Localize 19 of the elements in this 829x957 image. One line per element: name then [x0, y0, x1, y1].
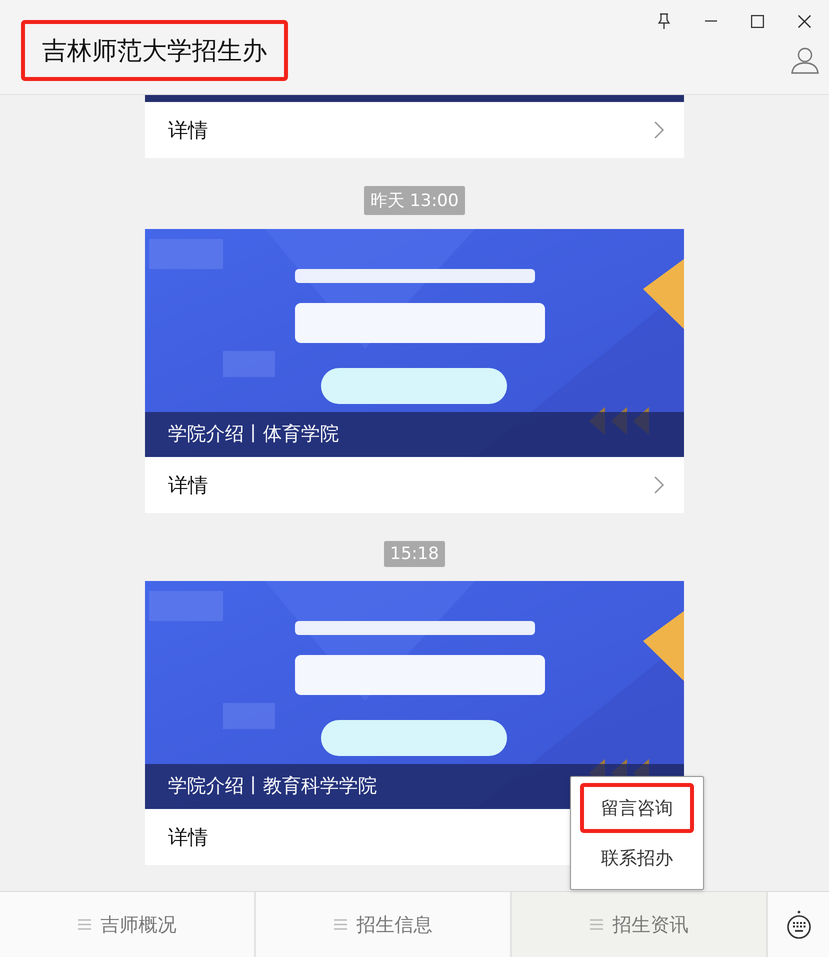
minimize-icon[interactable]: [705, 20, 717, 22]
pin-icon[interactable]: [657, 13, 671, 29]
keyboard-icon[interactable]: [786, 910, 812, 940]
menu-icon: [590, 919, 602, 930]
maximize-icon[interactable]: [751, 14, 764, 28]
timestamp: 昨天 13:00: [364, 186, 465, 215]
details-link[interactable]: 详情: [145, 457, 684, 513]
window-title: 吉林师范大学招生办: [21, 20, 288, 81]
close-icon[interactable]: [798, 14, 811, 28]
timestamp: 15:18: [384, 541, 445, 567]
menu-icon: [334, 919, 346, 930]
submenu-item[interactable]: 留言咨询: [580, 783, 694, 833]
chevron-right-icon: [654, 121, 664, 139]
user-icon[interactable]: [791, 46, 819, 74]
menu-icon: [78, 919, 90, 930]
menu-tab[interactable]: 招生资讯: [512, 892, 766, 957]
article-card[interactable]: 学院介绍丨体育学院 详情: [145, 229, 684, 513]
chevron-right-icon: [654, 476, 664, 494]
article-caption: 学院介绍丨体育学院: [145, 412, 684, 457]
